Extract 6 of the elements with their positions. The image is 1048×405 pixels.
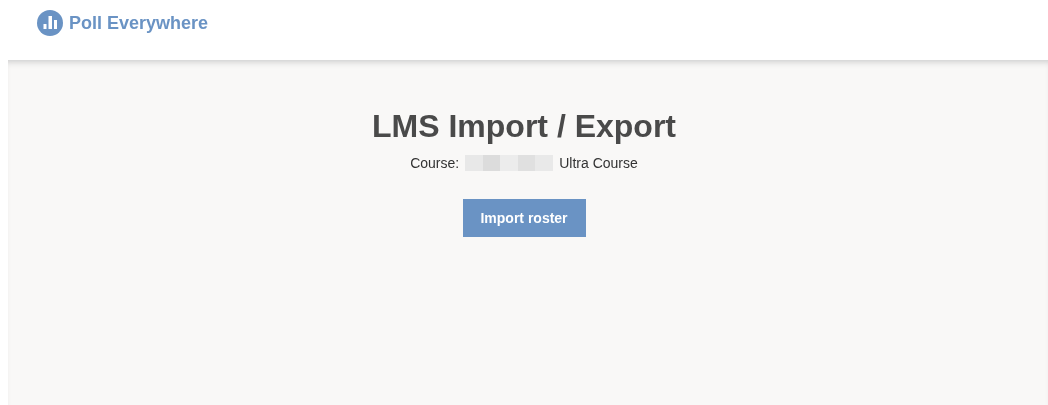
logo-text: Poll Everywhere (69, 12, 209, 34)
course-name: Ultra Course (559, 155, 638, 171)
logo-icon (37, 10, 63, 36)
page-title: LMS Import / Export (372, 108, 676, 145)
import-roster-button[interactable]: Import roster (462, 199, 586, 237)
course-label: Course: (410, 155, 460, 171)
